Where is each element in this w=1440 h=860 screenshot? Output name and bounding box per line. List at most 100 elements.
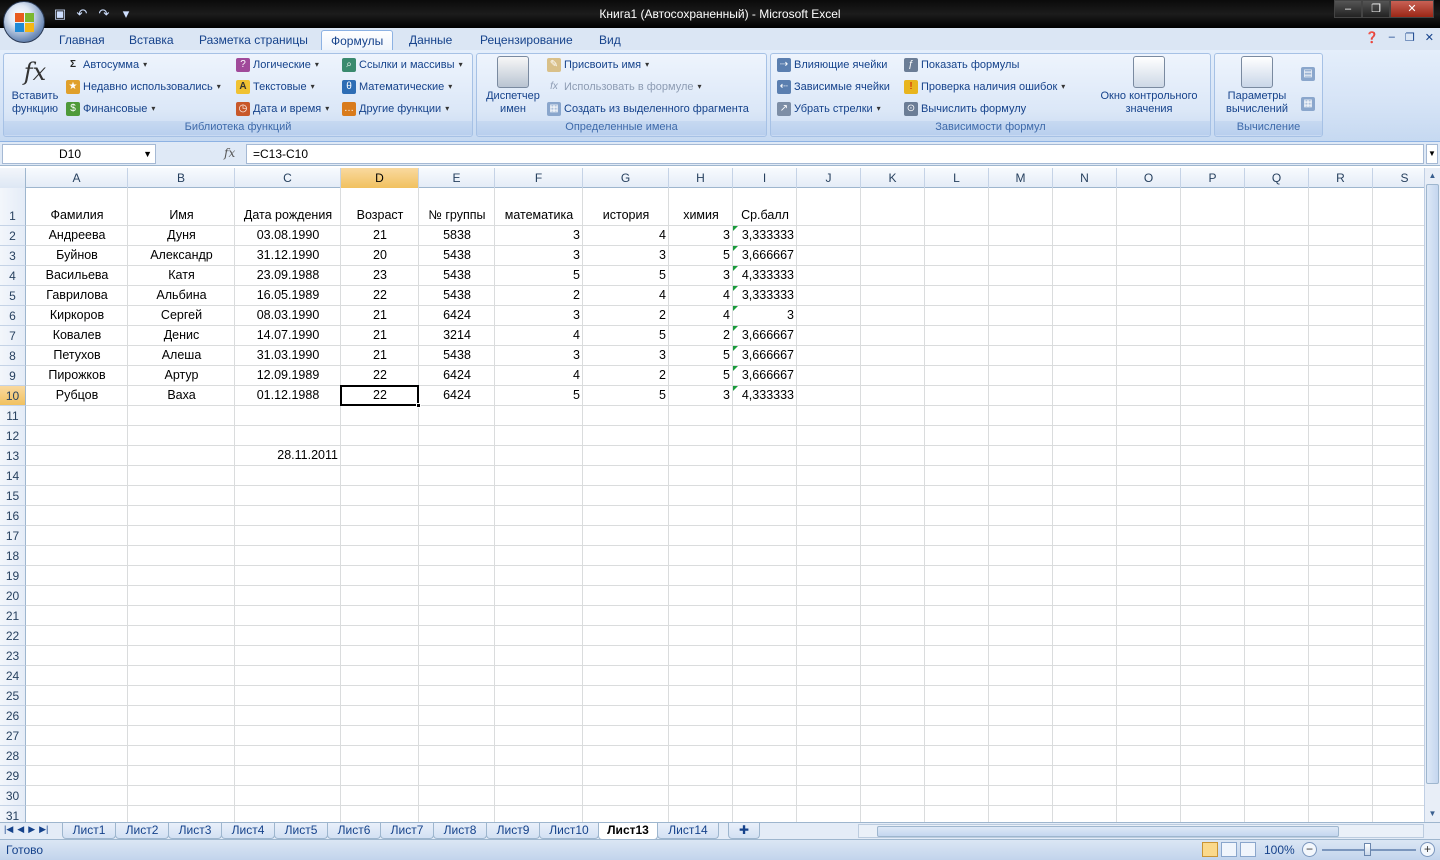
minimize-button[interactable]: –	[1334, 0, 1362, 18]
column-header[interactable]: C	[235, 168, 341, 188]
cell[interactable]: Ваха	[128, 386, 235, 405]
cell[interactable]: 5438	[419, 346, 495, 365]
cell[interactable]: 3,666667	[733, 346, 797, 365]
cell[interactable]: 28.11.2011	[235, 446, 341, 465]
column-header[interactable]: F	[495, 168, 583, 188]
logical-button[interactable]: ? Логические ▾	[236, 55, 319, 75]
next-sheet-icon[interactable]: ▶	[28, 824, 35, 835]
cell[interactable]: Киркоров	[26, 306, 128, 325]
tab-formulas[interactable]: Формулы	[321, 30, 394, 50]
cell[interactable]: 3	[669, 386, 733, 405]
cell[interactable]: 3,333333	[733, 226, 797, 245]
page-layout-view-button[interactable]	[1221, 842, 1237, 857]
formula-input[interactable]: =C13-C10	[246, 144, 1424, 164]
row-header[interactable]: 22	[0, 626, 26, 646]
sheet-tab[interactable]: Лист5	[274, 823, 328, 839]
wb-restore-icon[interactable]: ❐	[1405, 31, 1415, 44]
row-header[interactable]: 20	[0, 586, 26, 606]
recent-button[interactable]: ★ Недавно использовались ▾	[66, 77, 221, 97]
column-header[interactable]: B	[128, 168, 235, 188]
row-header[interactable]: 2	[0, 226, 26, 246]
use-in-formula-button[interactable]: fx Использовать в формуле ▾	[547, 77, 701, 97]
name-manager-button[interactable]: Диспетчер имен	[480, 56, 546, 116]
cell[interactable]: Альбина	[128, 286, 235, 305]
insert-function-button[interactable]: fx Вставить функцию	[6, 56, 64, 116]
financial-button[interactable]: $ Финансовые ▾	[66, 99, 155, 119]
column-header[interactable]: P	[1181, 168, 1245, 188]
row-header[interactable]: 8	[0, 346, 26, 366]
tab-view[interactable]: Вид	[590, 30, 630, 50]
cell[interactable]: Денис	[128, 326, 235, 345]
sheet-tab[interactable]: Лист6	[327, 823, 381, 839]
column-header[interactable]: J	[797, 168, 861, 188]
row-header[interactable]: 24	[0, 666, 26, 686]
row-header[interactable]: 14	[0, 466, 26, 486]
cell[interactable]: 3	[669, 226, 733, 245]
restore-button[interactable]: ❐	[1362, 0, 1390, 18]
cell[interactable]: Дата рождения	[235, 206, 341, 225]
cell[interactable]: 5	[583, 266, 669, 285]
calc-sheet-button[interactable]: ▦	[1301, 94, 1315, 114]
vertical-scroll-thumb[interactable]	[1426, 184, 1439, 784]
row-header[interactable]: 12	[0, 426, 26, 446]
cell[interactable]: 4	[495, 326, 583, 345]
tab-review[interactable]: Рецензирование	[471, 30, 582, 50]
cell[interactable]: 6424	[419, 306, 495, 325]
help-icon[interactable]: ❓	[1365, 31, 1379, 44]
cell[interactable]: 4,333333	[733, 266, 797, 285]
wb-close-icon[interactable]: ✕	[1425, 31, 1434, 44]
horizontal-scrollbar[interactable]	[858, 824, 1424, 838]
cell[interactable]: 3	[583, 346, 669, 365]
cell[interactable]: 23.09.1988	[235, 266, 341, 285]
cell[interactable]: 3214	[419, 326, 495, 345]
text-button[interactable]: A Текстовые ▾	[236, 77, 315, 97]
cell[interactable]: 4	[669, 286, 733, 305]
autosum-button[interactable]: Σ Автосумма ▾	[66, 55, 147, 75]
cell[interactable]: 3,666667	[733, 326, 797, 345]
cell[interactable]: 5438	[419, 266, 495, 285]
sheet-tab[interactable]: Лист9	[486, 823, 540, 839]
sheet-tab[interactable]: Лист7	[380, 823, 434, 839]
cell[interactable]: Дуня	[128, 226, 235, 245]
remove-arrows-button[interactable]: ↗ Убрать стрелки ▾	[777, 99, 881, 119]
tab-home[interactable]: Главная	[50, 30, 114, 50]
column-header[interactable]: L	[925, 168, 989, 188]
cell[interactable]: 14.07.1990	[235, 326, 341, 345]
row-header[interactable]: 31	[0, 806, 26, 822]
calc-now-button[interactable]: ▤	[1301, 64, 1315, 84]
cell[interactable]: 31.12.1990	[235, 246, 341, 265]
normal-view-button[interactable]	[1202, 842, 1218, 857]
cell[interactable]: 3	[495, 306, 583, 325]
cell[interactable]: 4	[669, 306, 733, 325]
row-header[interactable]: 16	[0, 506, 26, 526]
cell[interactable]: Фамилия	[26, 206, 128, 225]
cell[interactable]: математика	[495, 206, 583, 225]
row-header[interactable]: 27	[0, 726, 26, 746]
sheet-tab[interactable]: Лист10	[539, 823, 599, 839]
row-header[interactable]: 17	[0, 526, 26, 546]
cell[interactable]: 22	[341, 286, 419, 305]
cell[interactable]: история	[583, 206, 669, 225]
cell[interactable]: Рубцов	[26, 386, 128, 405]
first-sheet-icon[interactable]: |◀	[4, 824, 13, 835]
column-header[interactable]: S	[1373, 168, 1424, 188]
cell[interactable]: Ср.балл	[733, 206, 797, 225]
last-sheet-icon[interactable]: ▶|	[39, 824, 48, 835]
cell[interactable]: 3	[583, 246, 669, 265]
expand-formula-bar-icon[interactable]: ▼	[1426, 144, 1438, 164]
row-header[interactable]: 21	[0, 606, 26, 626]
cell[interactable]: 22	[341, 366, 419, 385]
cell[interactable]: 5	[495, 386, 583, 405]
cell[interactable]: Пирожков	[26, 366, 128, 385]
cell[interactable]: 2	[583, 306, 669, 325]
zoom-in-button[interactable]: +	[1420, 842, 1435, 857]
zoom-level[interactable]: 100%	[1264, 843, 1295, 857]
cell[interactable]: Имя	[128, 206, 235, 225]
page-break-view-button[interactable]	[1240, 842, 1256, 857]
cell[interactable]: 21	[341, 226, 419, 245]
dropdown-arrow-icon[interactable]: ▼	[143, 145, 152, 163]
lookup-button[interactable]: ⌕ Ссылки и массивы ▾	[342, 55, 463, 75]
sheet-tab[interactable]: Лист4	[221, 823, 275, 839]
sheet-tab[interactable]: Лист8	[433, 823, 487, 839]
cell[interactable]: 5438	[419, 246, 495, 265]
